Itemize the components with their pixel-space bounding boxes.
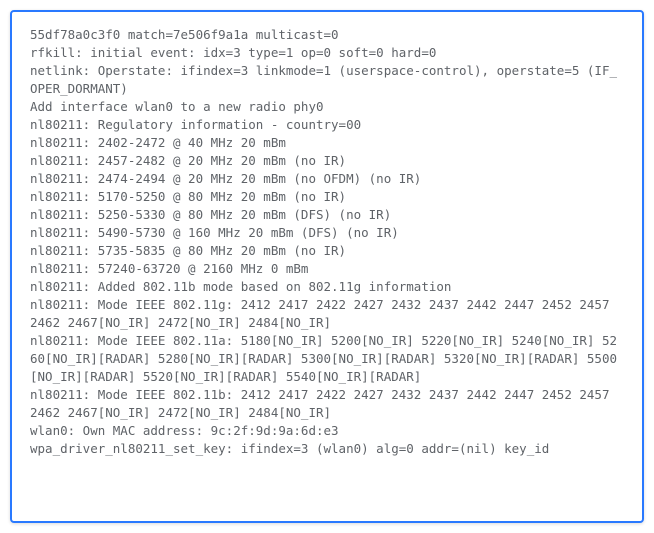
terminal-window: 55df78a0c3f0 match=7e506f9a1a multicast=…: [10, 10, 644, 523]
terminal-log-output[interactable]: 55df78a0c3f0 match=7e506f9a1a multicast=…: [30, 26, 624, 458]
